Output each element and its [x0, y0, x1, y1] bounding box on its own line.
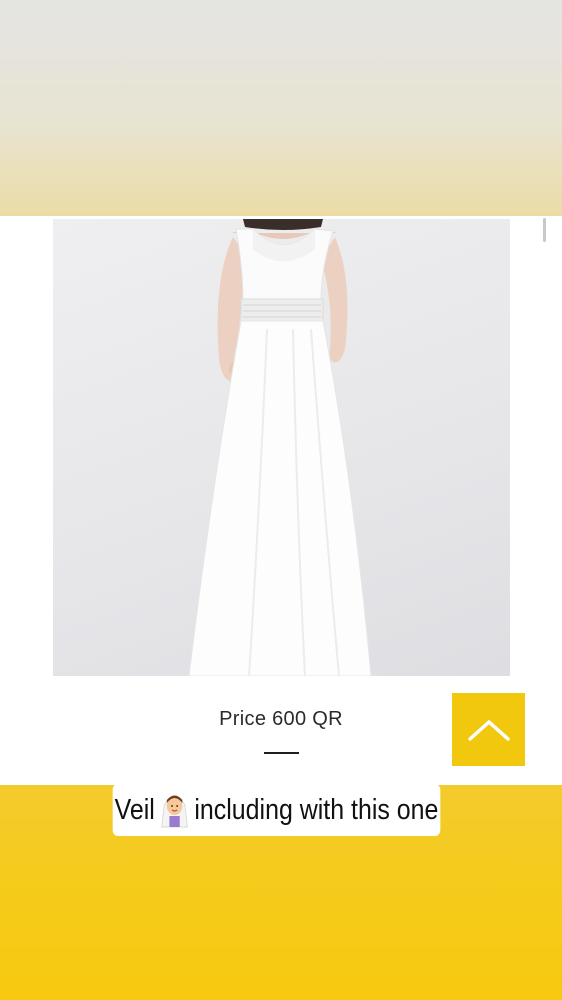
story-caption: Veil including with this one — [112, 784, 441, 836]
top-background-band — [0, 0, 562, 216]
caption-suffix: including with this one — [194, 793, 439, 826]
back-to-top-button[interactable] — [452, 693, 525, 766]
price-divider — [264, 752, 299, 754]
chevron-up-icon — [467, 719, 510, 741]
product-price: Price 600 QR — [219, 708, 343, 730]
dress-illustration — [188, 219, 372, 676]
caption-prefix: Veil — [114, 793, 155, 826]
product-image[interactable] — [53, 219, 510, 676]
bride-with-veil-icon — [160, 791, 189, 829]
scrollbar[interactable] — [543, 218, 546, 242]
